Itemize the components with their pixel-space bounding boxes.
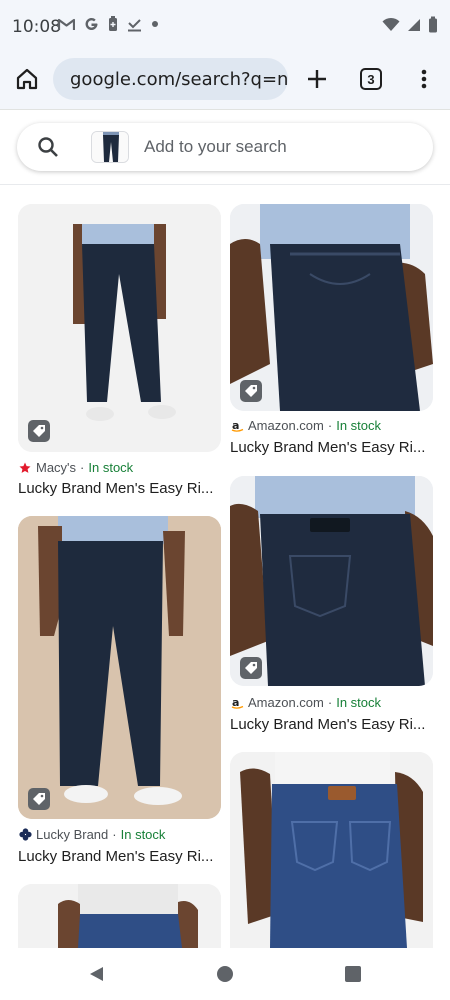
status-time: 10:08 [12,17,61,37]
search-placeholder[interactable]: Add to your search [144,137,287,157]
amazon-icon: a [230,696,244,710]
stock-status: In stock [336,418,382,433]
result-card-amazon-1[interactable]: a Amazon.com · In stock Lucky Brand Men'… [230,204,433,460]
product-tag-icon [240,657,262,679]
source-name: Amazon.com [248,695,324,710]
product-tag-icon [240,380,262,402]
jeans-back-pocket-image [230,476,433,686]
product-title[interactable]: Lucky Brand Men's Easy Ri... [230,716,425,733]
product-title[interactable]: Lucky Brand Men's Easy Ri... [18,480,213,497]
battery-saver-icon [109,16,117,31]
result-card-partial-right[interactable] [230,752,433,948]
home-nav-icon[interactable] [217,966,233,982]
jeans-full-length-image [18,204,221,452]
recents-icon[interactable] [345,966,361,982]
overflow-menu-button[interactable] [412,64,436,94]
new-tab-button[interactable] [302,64,332,94]
tab-switcher-button[interactable]: 3 [360,68,382,90]
source-name: Lucky Brand [36,827,109,842]
product-tag-icon [28,788,50,810]
jeans-closeup-front-image [230,204,433,411]
product-tag-icon [28,420,50,442]
stock-status: In stock [336,695,382,710]
download-done-icon [128,18,141,31]
product-title[interactable]: Lucky Brand Men's Easy Ri... [18,848,213,865]
tab-count: 3 [367,71,375,87]
product-image[interactable] [230,476,433,686]
clover-icon [18,828,32,842]
source-name: Macy's [36,460,77,475]
omnibox[interactable]: google.com/search?q=n [53,58,288,100]
battery-icon [429,16,437,33]
more-vert-icon [421,69,427,89]
system-icons [382,16,438,33]
notification-icons [58,16,159,32]
home-icon [16,68,38,90]
result-card-lucky-brand[interactable]: Lucky Brand · In stock Lucky Brand Men's… [18,516,221,866]
result-card-partial-left[interactable] [18,884,221,948]
macys-star-icon [18,461,32,475]
divider [0,184,450,185]
separator: · [327,418,333,433]
back-icon[interactable] [88,966,104,982]
wifi-icon [382,17,400,31]
product-image[interactable] [230,752,433,948]
status-bar: 10:08 [0,0,450,52]
google-icon [85,17,98,30]
result-card-amazon-2[interactable]: a Amazon.com · In stock Lucky Brand Men'… [230,476,433,736]
result-card-macys[interactable]: Macy's · In stock Lucky Brand Men's Easy… [18,204,221,504]
lens-search-box[interactable]: Add to your search [17,123,433,171]
source-line: Lucky Brand · In stock [18,827,165,842]
source-line: a Amazon.com · In stock [230,695,381,710]
separator: · [327,695,333,710]
search-icon[interactable] [37,136,59,158]
dot-icon [152,21,158,27]
product-image[interactable] [230,204,433,411]
gmail-icon [58,18,75,30]
browser-toolbar: google.com/search?q=n 3 [0,52,450,110]
stock-status: In stock [120,827,166,842]
source-line: Macy's · In stock [18,460,133,475]
home-button[interactable] [12,64,42,94]
jeans-side-view-image [18,516,221,819]
separator: · [112,827,117,842]
jeans-light-wash-back-image [230,752,433,948]
stock-status: In stock [88,460,134,475]
plus-icon [308,70,326,88]
product-image[interactable] [18,884,221,948]
product-image[interactable] [18,204,221,452]
query-image-thumbnail[interactable] [91,131,129,163]
separator: · [80,460,85,475]
cell-signal-icon [408,18,420,31]
amazon-icon: a [230,419,244,433]
product-image[interactable] [18,516,221,819]
product-title[interactable]: Lucky Brand Men's Easy Ri... [230,439,425,456]
system-nav-bar [0,948,450,1000]
jeans-thumbnail-image [92,132,128,162]
jeans-waist-image [18,884,221,948]
url-text[interactable]: google.com/search?q=n [70,69,288,90]
source-line: a Amazon.com · In stock [230,418,381,433]
source-name: Amazon.com [248,418,324,433]
